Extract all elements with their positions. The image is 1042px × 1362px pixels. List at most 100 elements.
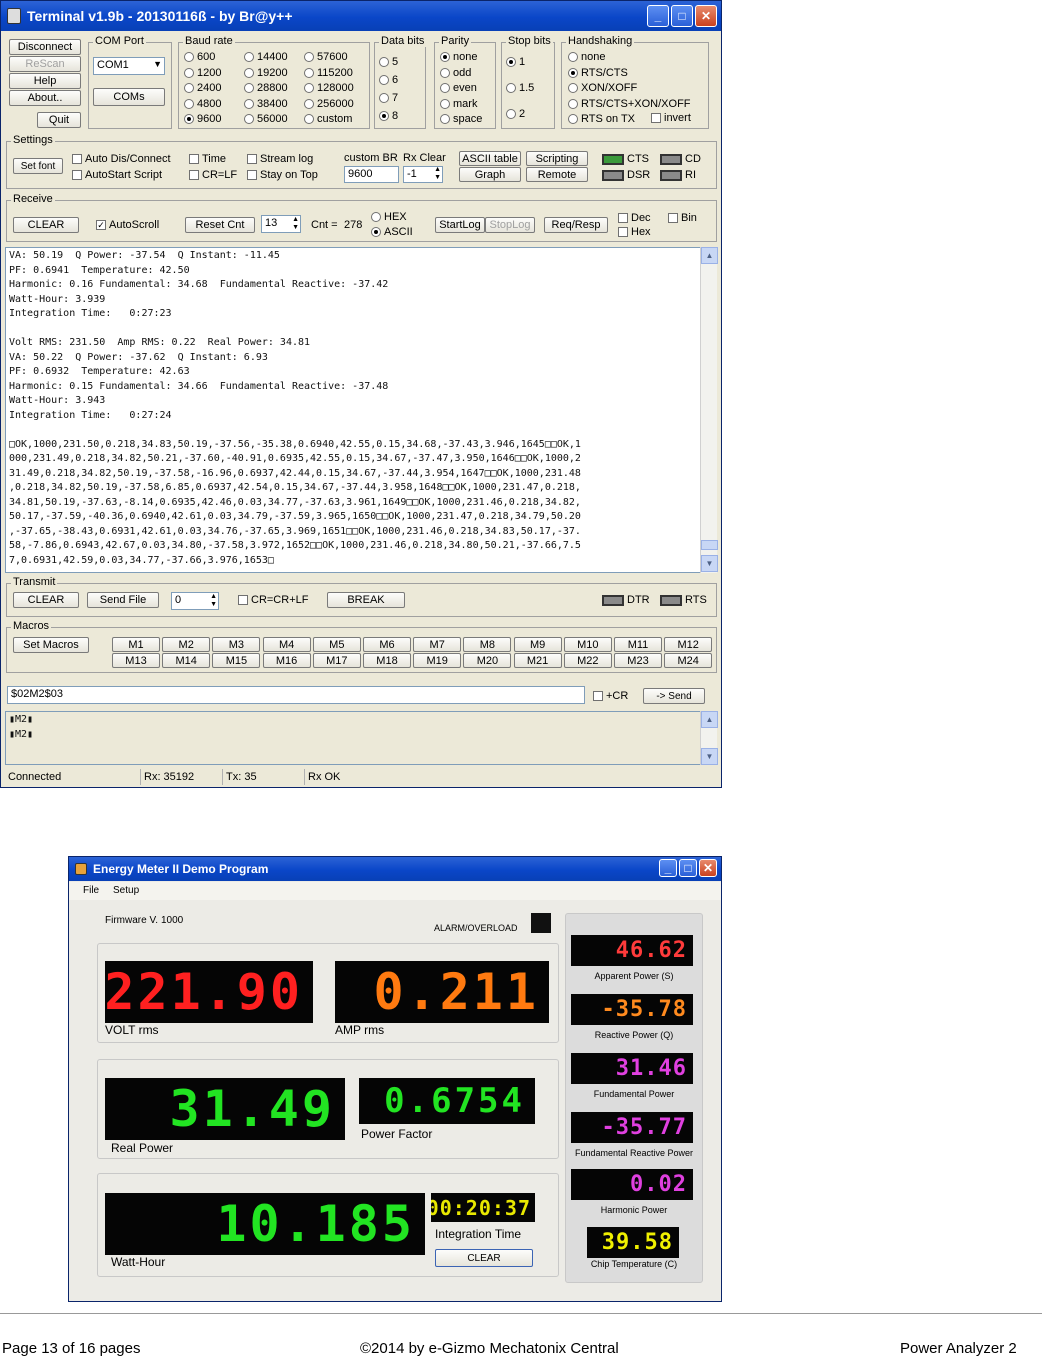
parity-radio-5[interactable]: space <box>440 113 482 125</box>
break-button[interactable]: BREAK <box>327 592 405 608</box>
coms-button[interactable]: COMs <box>93 88 165 106</box>
baud-radio-57600[interactable]: 57600 <box>304 51 348 63</box>
autostart-script-checkbox[interactable]: AutoStart Script <box>72 169 162 181</box>
data-bits-radio-3[interactable]: 7 <box>379 92 398 104</box>
stop-bits-radio-2[interactable]: 1.5 <box>506 82 534 94</box>
minimize-button[interactable]: _ <box>659 859 677 877</box>
macro-button-m1[interactable]: M1 <box>112 637 160 652</box>
hex-checkbox[interactable]: Hex <box>618 226 651 238</box>
baud-radio-128000[interactable]: 128000 <box>304 82 354 94</box>
data-bits-radio-2[interactable]: 6 <box>379 74 398 86</box>
bin-checkbox[interactable]: Bin <box>668 212 697 224</box>
parity-radio-2[interactable]: odd <box>440 67 471 79</box>
macro-button-m6[interactable]: M6 <box>363 637 411 652</box>
baud-radio-256000[interactable]: 256000 <box>304 98 354 110</box>
macro-button-m8[interactable]: M8 <box>463 637 512 652</box>
scroll-down-icon[interactable]: ▼ <box>701 555 718 572</box>
receive-clear-button[interactable]: CLEAR <box>13 217 79 233</box>
reset-cnt-button[interactable]: Reset Cnt <box>185 217 255 233</box>
macro-button-m7[interactable]: M7 <box>413 637 462 652</box>
set-font-button[interactable]: Set font <box>13 158 63 174</box>
cr-crlf-checkbox[interactable]: CR=CR+LF <box>238 594 308 606</box>
close-button[interactable]: ✕ <box>695 5 717 27</box>
baud-radio-28800[interactable]: 28800 <box>244 82 288 94</box>
auto-disconnect-checkbox[interactable]: Auto Dis/Connect <box>72 153 171 165</box>
stream-log-checkbox[interactable]: Stream log <box>247 153 313 165</box>
macro-button-m15[interactable]: M15 <box>212 653 261 668</box>
receive-scrollbar[interactable]: ▲ ▼ <box>700 247 718 573</box>
macro-button-m22[interactable]: M22 <box>563 653 612 668</box>
autoscroll-checkbox[interactable]: ✓ AutoScroll <box>96 219 159 231</box>
stoplog-button[interactable]: StopLog <box>485 217 535 233</box>
macro-button-m14[interactable]: M14 <box>162 653 211 668</box>
scroll-up-icon[interactable]: ▲ <box>701 711 718 728</box>
invert-checkbox[interactable]: invert <box>651 112 691 124</box>
sent-scrollbar[interactable]: ▲ ▼ <box>700 711 718 765</box>
stop-bits-radio-1[interactable]: 1 <box>506 56 525 68</box>
macro-button-m11[interactable]: M11 <box>614 637 662 652</box>
maximize-button[interactable]: □ <box>671 5 693 27</box>
macro-button-m18[interactable]: M18 <box>363 653 411 668</box>
sent-output[interactable]: ▮M2▮ ▮M2▮ <box>5 711 701 765</box>
startlog-button[interactable]: StartLog <box>435 217 485 233</box>
send-file-button[interactable]: Send File <box>87 592 159 608</box>
dec-checkbox[interactable]: Dec <box>618 212 651 224</box>
clear-button[interactable]: CLEAR <box>435 1249 533 1267</box>
parity-radio-4[interactable]: mark <box>440 98 477 110</box>
baud-radio-1200[interactable]: 1200 <box>184 67 221 79</box>
macro-button-m19[interactable]: M19 <box>413 653 462 668</box>
macro-button-m24[interactable]: M24 <box>664 653 713 668</box>
graph-button[interactable]: Graph <box>459 167 521 182</box>
set-macros-button[interactable]: Set Macros <box>13 637 89 653</box>
macro-button-m10[interactable]: M10 <box>563 637 612 652</box>
macro-button-m17[interactable]: M17 <box>312 653 361 668</box>
macro-button-m9[interactable]: M9 <box>513 637 562 652</box>
handshake-radio-1[interactable]: none <box>568 51 605 63</box>
scroll-down-icon[interactable]: ▼ <box>701 748 718 765</box>
ascii-table-button[interactable]: ASCII table <box>459 151 521 166</box>
send-input[interactable]: $02M2$03 <box>7 686 585 704</box>
baud-radio-custom[interactable]: custom <box>304 113 352 125</box>
transmit-spinner[interactable]: 0 ▲ ▼ <box>171 592 219 610</box>
parity-radio-1[interactable]: none <box>440 51 477 63</box>
data-bits-radio-1[interactable]: 5 <box>379 56 398 68</box>
help-button[interactable]: Help <box>9 73 81 89</box>
req-resp-button[interactable]: Req/Resp <box>544 217 608 233</box>
baud-radio-9600[interactable]: 9600 <box>184 113 221 125</box>
baud-radio-56000[interactable]: 56000 <box>244 113 288 125</box>
menu-setup[interactable]: Setup <box>113 885 139 896</box>
macro-button-m4[interactable]: M4 <box>262 637 311 652</box>
reset-count-spinner[interactable]: 13 ▲ ▼ <box>261 215 301 233</box>
baud-radio-600[interactable]: 600 <box>184 51 215 63</box>
stop-bits-radio-3[interactable]: 2 <box>506 108 525 120</box>
com-port-select[interactable]: COM1 ▼ <box>93 57 165 75</box>
rescan-button[interactable]: ReScan <box>9 56 81 72</box>
baud-radio-115200[interactable]: 115200 <box>304 67 353 79</box>
handshake-radio-4[interactable]: RTS/CTS+XON/XOFF <box>568 98 691 110</box>
macro-button-m2[interactable]: M2 <box>162 637 211 652</box>
about-button[interactable]: About.. <box>9 90 81 106</box>
receive-output[interactable]: VA: 50.19 Q Power: -37.54 Q Instant: -11… <box>5 247 701 573</box>
send-button[interactable]: -> Send <box>643 688 705 704</box>
macro-button-m23[interactable]: M23 <box>614 653 662 668</box>
baud-radio-14400[interactable]: 14400 <box>244 51 288 63</box>
plus-cr-checkbox[interactable]: +CR <box>593 690 628 702</box>
macro-button-m3[interactable]: M3 <box>212 637 261 652</box>
baud-radio-19200[interactable]: 19200 <box>244 67 288 79</box>
stay-on-top-checkbox[interactable]: Stay on Top <box>247 169 318 181</box>
cr-lf-checkbox[interactable]: CR=LF <box>189 169 237 181</box>
macro-button-m12[interactable]: M12 <box>664 637 713 652</box>
hex-radio[interactable]: HEX <box>371 211 407 223</box>
custom-br-input[interactable]: 9600 <box>344 166 399 183</box>
minimize-button[interactable]: _ <box>647 5 669 27</box>
handshake-radio-2[interactable]: RTS/CTS <box>568 67 628 79</box>
close-button[interactable]: ✕ <box>699 859 717 877</box>
data-bits-radio-4[interactable]: 8 <box>379 110 398 122</box>
macro-button-m21[interactable]: M21 <box>513 653 562 668</box>
handshake-radio-3[interactable]: XON/XOFF <box>568 82 637 94</box>
menu-file[interactable]: File <box>83 885 99 896</box>
macro-button-m16[interactable]: M16 <box>262 653 311 668</box>
disconnect-button[interactable]: Disconnect <box>9 39 81 55</box>
baud-radio-38400[interactable]: 38400 <box>244 98 288 110</box>
scroll-thumb[interactable] <box>701 540 718 550</box>
